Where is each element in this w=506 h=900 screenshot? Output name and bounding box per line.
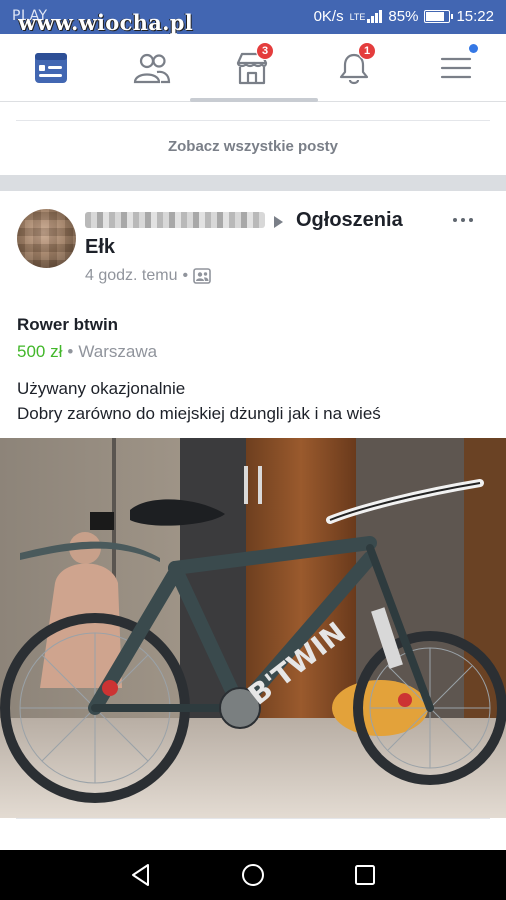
menu-tab[interactable] xyxy=(436,44,478,88)
watermark-text: www.wiocha.pl xyxy=(18,10,194,35)
dot-icon xyxy=(461,218,465,222)
group-name[interactable]: Ogłoszenia xyxy=(296,209,403,232)
dot-icon xyxy=(453,218,457,222)
notifications-badge: 1 xyxy=(358,42,376,60)
meta-separator: • xyxy=(67,342,74,361)
signal-icon xyxy=(367,10,383,23)
arrow-right-icon xyxy=(274,216,283,228)
post-photo[interactable]: B'TWIN xyxy=(0,438,506,818)
battery-percent: 85% xyxy=(388,8,419,25)
system-navigation-bar xyxy=(0,850,506,900)
network-speed: 0K/s xyxy=(313,8,344,25)
recent-apps-icon[interactable] xyxy=(352,862,378,888)
item-price: 500 zł xyxy=(17,342,63,361)
item-location: Warszawa xyxy=(78,342,158,361)
marketplace-badge: 3 xyxy=(256,42,274,60)
top-navigation: 3 1 xyxy=(0,34,506,102)
item-description: Używany okazjonalnie Dobry zarówno do mi… xyxy=(17,376,381,426)
description-line: Używany okazjonalnie xyxy=(17,379,186,398)
author-name-blurred[interactable] xyxy=(85,212,265,228)
item-title[interactable]: Rower btwin xyxy=(17,315,118,335)
see-all-posts-link[interactable]: Zobacz wszystkie posty xyxy=(0,138,506,155)
description-line: Dobry zarówno do miejskiej dżungli jak i… xyxy=(17,404,381,423)
status-bar: PLAY www.wiocha.pl 0K/s LTE 85% 15:22 xyxy=(0,0,506,35)
friends-icon xyxy=(133,53,171,84)
post-meta: 4 godz. temu • xyxy=(85,267,211,285)
group-city[interactable]: Ełk xyxy=(85,236,115,259)
news-feed-tab[interactable] xyxy=(31,48,71,88)
scroll-indicator xyxy=(190,98,318,102)
network-type: LTE xyxy=(349,11,366,22)
divider xyxy=(16,818,490,819)
avatar[interactable] xyxy=(17,209,76,268)
notifications-tab[interactable]: 1 xyxy=(334,42,376,88)
marketplace-tab[interactable]: 3 xyxy=(232,42,274,88)
post-time[interactable]: 4 godz. temu xyxy=(85,267,178,285)
post-footer xyxy=(0,818,506,850)
meta-separator: • xyxy=(182,267,189,284)
battery-icon xyxy=(424,10,454,23)
more-options-button[interactable] xyxy=(453,210,483,230)
dot-icon xyxy=(469,218,473,222)
battery-fill xyxy=(426,12,445,21)
item-price-row: 500 zł • Warszawa xyxy=(17,342,157,362)
friends-tab[interactable] xyxy=(132,48,172,88)
hamburger-menu-icon xyxy=(440,57,472,79)
group-audience-icon xyxy=(193,268,211,284)
back-icon[interactable] xyxy=(128,862,154,888)
feed-separator xyxy=(0,175,506,191)
clock: 15:22 xyxy=(456,8,494,25)
divider xyxy=(16,120,490,121)
news-feed-icon xyxy=(35,53,67,83)
status-indicators: 0K/s LTE 85% 15:22 xyxy=(314,8,494,25)
menu-dot-badge xyxy=(469,44,478,53)
home-icon[interactable] xyxy=(240,862,266,888)
